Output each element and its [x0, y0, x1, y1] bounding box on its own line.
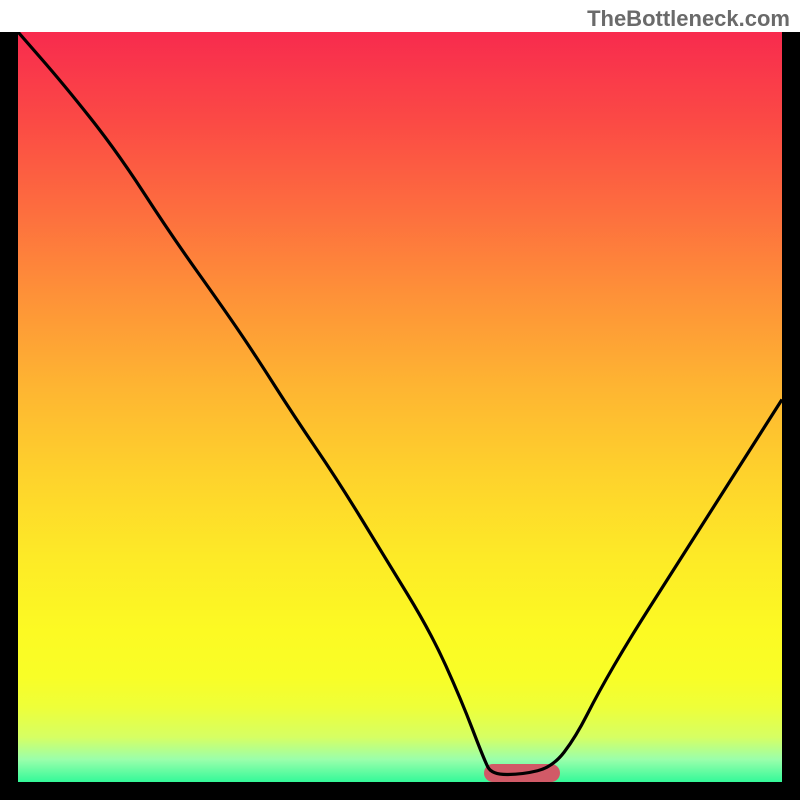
bottleneck-curve	[18, 32, 782, 782]
plot-area	[18, 32, 782, 782]
watermark-label: TheBottleneck.com	[587, 6, 790, 32]
curve-path	[18, 32, 782, 775]
chart-outer-frame	[0, 32, 800, 800]
chart-container: TheBottleneck.com	[0, 0, 800, 800]
